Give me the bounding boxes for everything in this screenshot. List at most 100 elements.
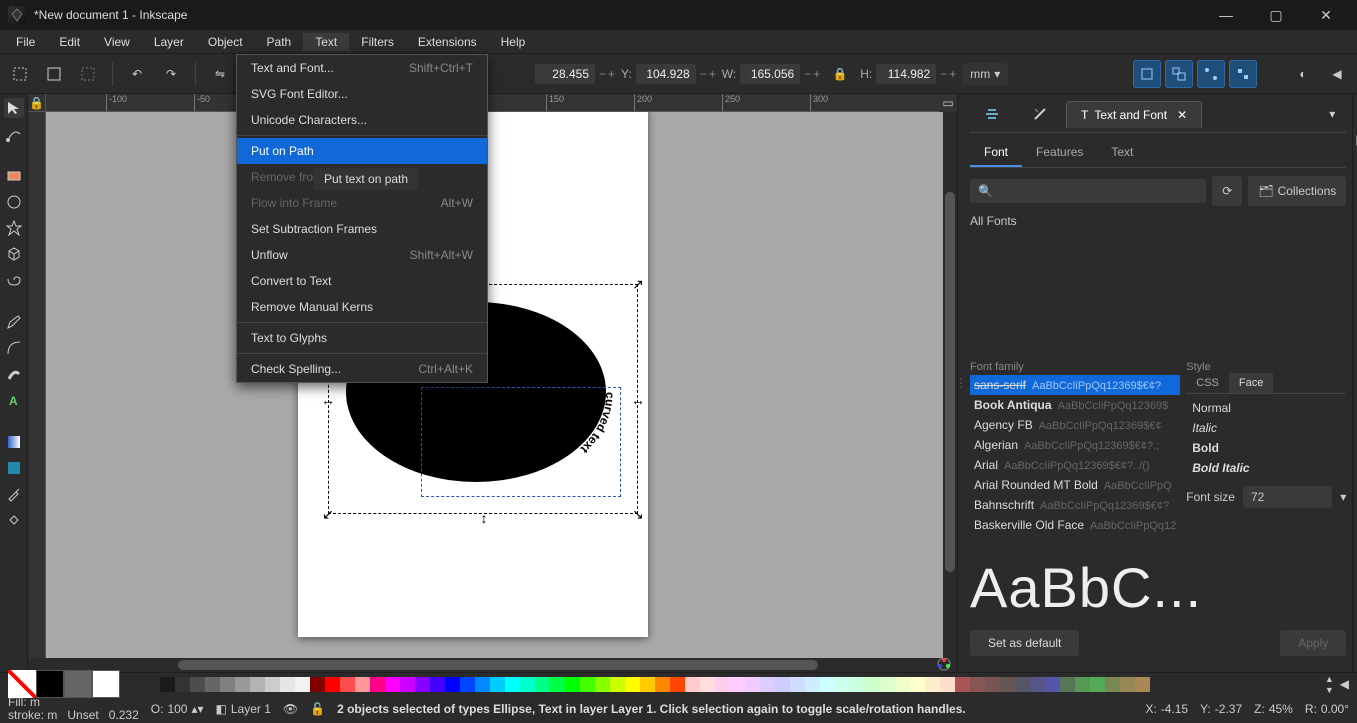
menu-object[interactable]: Object xyxy=(196,33,255,51)
swatch[interactable] xyxy=(790,677,805,692)
no-fill-swatch[interactable] xyxy=(8,670,36,698)
transform-move-icon[interactable] xyxy=(1133,60,1161,88)
setdefault-button[interactable]: Set as default xyxy=(970,630,1079,656)
menu-view[interactable]: View xyxy=(92,33,142,51)
swatch[interactable] xyxy=(895,677,910,692)
gray-swatch[interactable] xyxy=(64,670,92,698)
swatch[interactable] xyxy=(925,677,940,692)
swatch[interactable] xyxy=(430,677,445,692)
swatch[interactable] xyxy=(835,677,850,692)
open-icon[interactable] xyxy=(1353,130,1357,150)
menuitem-convert-to-text[interactable]: Convert to Text xyxy=(237,268,487,294)
x-field[interactable]: 28.455 −+ xyxy=(535,64,615,84)
menu-path[interactable]: Path xyxy=(255,33,304,51)
bezier-tool[interactable] xyxy=(4,338,24,358)
font-row[interactable]: BahnschriftAaBbCcIiPpQq12369$€¢? xyxy=(970,495,1180,515)
swatch[interactable] xyxy=(1015,677,1030,692)
menuitem-svg-font-editor-[interactable]: SVG Font Editor... xyxy=(237,81,487,107)
print-icon[interactable] xyxy=(1353,190,1357,210)
selector-tool[interactable] xyxy=(4,98,24,118)
menu-filters[interactable]: Filters xyxy=(349,33,406,51)
menu-text[interactable]: Text xyxy=(303,33,349,51)
swatch[interactable] xyxy=(460,677,475,692)
menu-extensions[interactable]: Extensions xyxy=(406,33,489,51)
swatch[interactable] xyxy=(475,677,490,692)
gradient-tool[interactable] xyxy=(4,432,24,452)
swatch[interactable] xyxy=(160,677,175,692)
select-all-icon[interactable] xyxy=(40,60,68,88)
swatch[interactable] xyxy=(340,677,355,692)
minimize-button[interactable]: — xyxy=(1211,7,1241,24)
paintbucket-tool[interactable] xyxy=(4,510,24,530)
swatch[interactable] xyxy=(445,677,460,692)
paste-icon[interactable] xyxy=(1353,466,1357,486)
swatch[interactable] xyxy=(505,677,520,692)
swatch[interactable] xyxy=(700,677,715,692)
handle-sw[interactable]: ↙ xyxy=(322,508,334,520)
plus-icon[interactable]: + xyxy=(608,67,615,81)
swatch[interactable] xyxy=(760,677,775,692)
swatch[interactable] xyxy=(775,677,790,692)
maximize-button[interactable]: ▢ xyxy=(1261,7,1291,24)
swatch[interactable] xyxy=(250,677,265,692)
swatch[interactable] xyxy=(955,677,970,692)
swatch[interactable] xyxy=(325,677,340,692)
swatch[interactable] xyxy=(730,677,745,692)
style-bold-italic[interactable]: Bold Italic xyxy=(1186,458,1346,478)
redo-icon[interactable]: ↷ xyxy=(1353,354,1357,374)
swatch[interactable] xyxy=(1000,677,1015,692)
font-row[interactable]: AlgerianAaBbCcIiPpQq12369$€¢?.; xyxy=(970,435,1180,455)
rectangle-tool[interactable] xyxy=(4,166,24,186)
swatch[interactable] xyxy=(355,677,370,692)
swatch[interactable] xyxy=(520,677,535,692)
swatch[interactable] xyxy=(190,677,205,692)
swatch[interactable] xyxy=(400,677,415,692)
rotate-cw-icon[interactable]: ↷ xyxy=(157,60,185,88)
textfont-tab[interactable]: T Text and Font ✕ xyxy=(1066,101,1202,128)
menuitem-check-spelling-[interactable]: Check Spelling...Ctrl+Alt+K xyxy=(237,356,487,382)
menu-file[interactable]: File xyxy=(4,33,47,51)
font-row[interactable]: Baskerville Old FaceAaBbCcIiPpQq12 xyxy=(970,515,1180,535)
swatch[interactable] xyxy=(385,677,400,692)
menuitem-text-and-font-[interactable]: Text and Font...Shift+Ctrl+T xyxy=(237,55,487,81)
swatch[interactable] xyxy=(940,677,955,692)
handle-w[interactable]: ↔ xyxy=(322,394,334,406)
select-all-layers-icon[interactable] xyxy=(6,60,34,88)
swatch[interactable] xyxy=(565,677,580,692)
swatch[interactable] xyxy=(805,677,820,692)
lock-layer-icon[interactable]: 🔓 xyxy=(310,702,325,716)
y-field[interactable]: Y: 104.928 −+ xyxy=(621,64,716,84)
export-icon[interactable] xyxy=(1353,272,1357,292)
close-button[interactable]: ✕ xyxy=(1311,7,1341,24)
chevron-down-icon[interactable]: ▾ xyxy=(1340,490,1346,504)
panel-menu-icon[interactable]: ▾ xyxy=(1318,100,1346,128)
spiral-tool[interactable] xyxy=(4,270,24,290)
lock-icon[interactable]: 🔒 xyxy=(826,60,854,88)
fontsize-input[interactable]: 72 xyxy=(1243,486,1332,508)
swatch[interactable] xyxy=(970,677,985,692)
x-value[interactable]: 28.455 xyxy=(535,64,595,84)
swatch[interactable] xyxy=(205,677,220,692)
transform-corners-icon[interactable] xyxy=(1197,60,1225,88)
swatch[interactable] xyxy=(1060,677,1075,692)
menuitem-unflow[interactable]: UnflowShift+Alt+W xyxy=(237,242,487,268)
swatch[interactable] xyxy=(640,677,655,692)
plus-icon[interactable]: + xyxy=(813,67,820,81)
minus-icon[interactable]: − xyxy=(804,67,811,81)
style-italic[interactable]: Italic xyxy=(1186,418,1346,438)
swatch[interactable] xyxy=(820,677,835,692)
color-wheel-icon[interactable] xyxy=(937,657,951,674)
styletab-css[interactable]: CSS xyxy=(1186,373,1229,393)
palette-down-icon[interactable]: ▼ xyxy=(1325,685,1334,695)
canvas[interactable]: curved text ↖ ↗ ↙ ↘ ↔ ↔ ↕ xyxy=(46,112,943,658)
minus-icon[interactable]: − xyxy=(599,67,606,81)
circle-tool[interactable] xyxy=(4,192,24,212)
plus-icon[interactable]: + xyxy=(709,67,716,81)
ruler-lock-icon[interactable]: 🔒 xyxy=(28,94,46,112)
swatch[interactable] xyxy=(265,677,280,692)
swatch[interactable] xyxy=(1045,677,1060,692)
deselect-icon[interactable] xyxy=(74,60,102,88)
white-swatch[interactable] xyxy=(92,670,120,698)
mesh-tool[interactable] xyxy=(4,458,24,478)
swatch[interactable] xyxy=(1075,677,1090,692)
